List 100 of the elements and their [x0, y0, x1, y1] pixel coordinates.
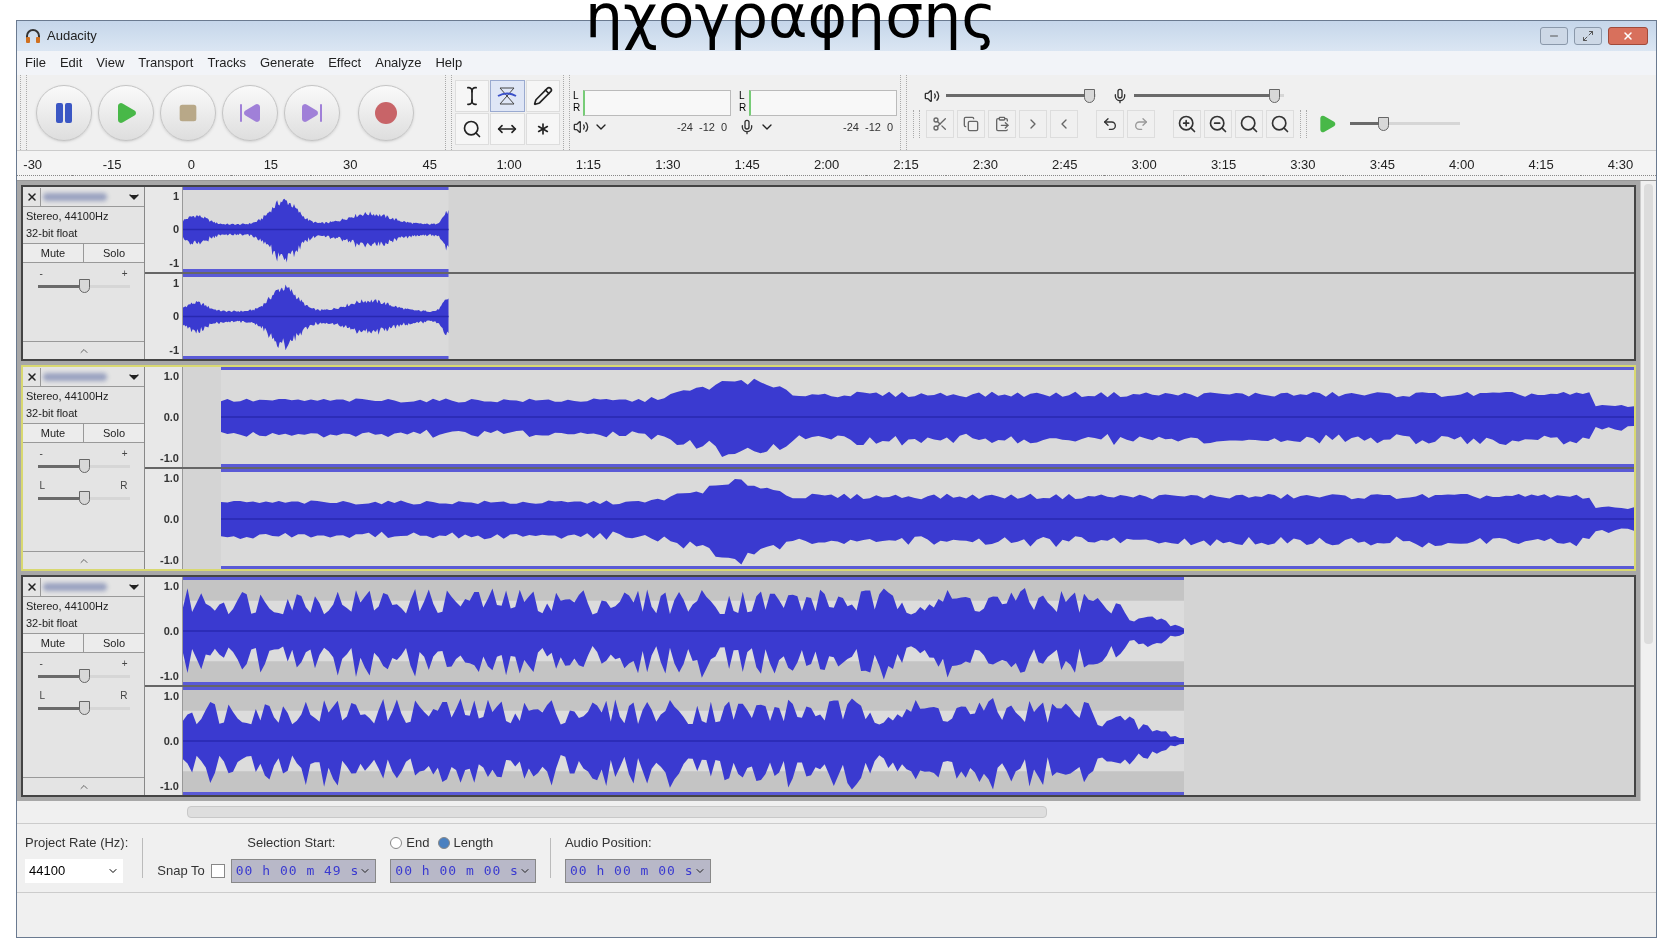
undo-button[interactable] [1096, 109, 1124, 138]
zoom-out-button[interactable] [1204, 109, 1232, 138]
fit-project-button[interactable] [1266, 109, 1294, 138]
mute-button[interactable]: Mute [23, 424, 84, 442]
time-display[interactable]: 00 h 00 m 00 s [564, 858, 711, 883]
slider-thumb[interactable] [1378, 116, 1389, 131]
ruler-label: 1:30 [628, 155, 708, 176]
time-display[interactable]: 00 h 00 m 49 s [230, 858, 377, 883]
snap-to-label: Snap To [157, 862, 205, 880]
blurred-track-name [43, 582, 107, 591]
magnifier-icon [462, 119, 483, 139]
mute-button[interactable]: Mute [23, 244, 84, 262]
microphone-icon[interactable] [739, 119, 755, 135]
snap-to-checkbox[interactable] [210, 863, 225, 878]
close-icon [25, 580, 38, 593]
transport-button[interactable] [222, 84, 278, 141]
slider-thumb[interactable] [1268, 88, 1280, 103]
radio-button[interactable] [390, 837, 403, 849]
fit-selection-button[interactable] [1235, 109, 1263, 138]
zoom-in-button[interactable] [1173, 109, 1201, 138]
amplitude-label: 0.0 [163, 623, 179, 639]
amplitude-label: -1 [169, 255, 179, 271]
track-format-text: Stereo, 44100Hz [26, 209, 110, 224]
time-display[interactable]: 00 h 00 m 00 s [390, 858, 536, 883]
ruler-label: 2:15 [866, 155, 946, 176]
amplitude-label: -1.0 [160, 552, 179, 568]
solo-button[interactable]: Solo [84, 634, 144, 652]
meter-scale-label: -24 [843, 119, 859, 135]
menu-item[interactable]: Generate [260, 53, 315, 73]
close-icon [25, 370, 38, 383]
menu-item[interactable]: Edit [59, 53, 83, 73]
ruler-label: 3:00 [1104, 155, 1184, 176]
ruler-label: 3:45 [1342, 155, 1423, 176]
record-icon [374, 100, 398, 125]
copy-button[interactable] [957, 109, 985, 138]
scissors-icon [932, 115, 948, 132]
slider-thumb[interactable] [78, 279, 90, 293]
menu-item[interactable]: Transport [138, 53, 194, 73]
radio-button[interactable] [437, 837, 450, 849]
menu-item[interactable]: Tracks [207, 53, 246, 73]
transport-button[interactable] [284, 84, 340, 141]
cut-button[interactable] [926, 109, 954, 138]
toolbar-grip[interactable] [1300, 109, 1307, 138]
toolbar-grip[interactable] [20, 75, 27, 150]
magnifier-icon [1239, 113, 1259, 134]
amplitude-label: -1.0 [160, 668, 179, 684]
transport-button[interactable] [358, 84, 414, 141]
amplitude-label: 1.0 [163, 471, 179, 486]
window-title: Audacity [47, 27, 97, 46]
toolbar-grip[interactable] [900, 75, 907, 150]
transport-button[interactable] [36, 84, 92, 141]
slider-max-label: R [120, 481, 128, 491]
mute-button[interactable]: Mute [23, 634, 84, 652]
toolbar-grip[interactable] [445, 75, 452, 150]
amplitude-label: 0.0 [163, 733, 179, 749]
amplitude-label: 0 [172, 309, 179, 325]
ruler-label: 1:15 [548, 155, 629, 176]
menu-item[interactable]: Analyze [375, 53, 422, 73]
vertical-scrollbar[interactable] [1640, 181, 1656, 801]
slider-thumb[interactable] [78, 701, 90, 715]
meter-scale-label: -12 [698, 119, 715, 135]
ruler-label: 3:30 [1263, 155, 1343, 176]
speaker-icon[interactable] [573, 119, 589, 135]
slider-min-label: - [39, 269, 43, 279]
ruler-label: 4:15 [1501, 155, 1581, 176]
slider-thumb[interactable] [78, 491, 90, 505]
amplitude-label: 1 [172, 276, 179, 291]
ruler-label: 4:30 [1580, 155, 1656, 176]
radio-label: End [406, 834, 430, 853]
menu-item[interactable]: File [25, 53, 46, 73]
paste-button[interactable] [988, 109, 1016, 138]
ruler-label: 3:15 [1183, 155, 1264, 176]
audio-position-label: Audio Position: [564, 834, 653, 853]
close-button[interactable] [1608, 27, 1648, 45]
ruler-label: 2:30 [945, 155, 1026, 176]
amplitude-label: 1.0 [163, 369, 179, 384]
menu-item[interactable]: Help [435, 53, 463, 73]
solo-button[interactable]: Solo [84, 244, 144, 262]
zoom-out-icon [1208, 113, 1228, 134]
horizontal-scrollbar[interactable] [187, 806, 1047, 818]
amplitude-label: 1 [172, 189, 179, 204]
slider-thumb[interactable] [78, 669, 90, 683]
menu-item[interactable]: Effect [328, 53, 362, 73]
slider-thumb[interactable] [1083, 88, 1095, 103]
meter-scale-label: 0 [720, 119, 727, 135]
selection-start-label: Selection Start: [246, 834, 337, 853]
toolbar-grip[interactable] [563, 75, 570, 150]
maximize-button[interactable] [1574, 27, 1602, 45]
project-rate-dropdown[interactable]: 44100 [25, 858, 123, 883]
copy-icon [963, 115, 979, 132]
solo-button[interactable]: Solo [84, 424, 144, 442]
track-format-text: Stereo, 44100Hz [26, 599, 110, 614]
ruler-label: -30 [17, 155, 73, 176]
undo-icon [1102, 115, 1118, 132]
amplitude-label: -1.0 [160, 778, 179, 794]
slider-thumb[interactable] [78, 459, 90, 473]
ruler-label: 45 [389, 155, 470, 176]
toolbar-grip[interactable] [913, 109, 920, 138]
menu-item[interactable]: View [96, 53, 125, 73]
amplitude-label: 1.0 [163, 689, 179, 704]
